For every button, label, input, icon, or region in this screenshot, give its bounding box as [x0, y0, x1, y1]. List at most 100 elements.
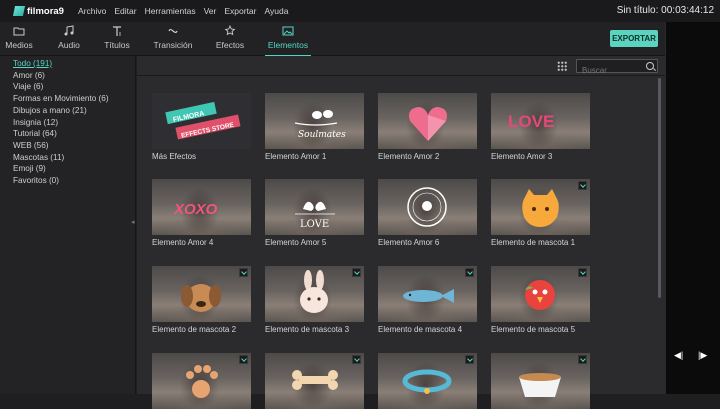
dog-icon	[181, 284, 221, 312]
image-icon	[282, 26, 294, 36]
category-todo[interactable]: Todo (191)	[0, 58, 135, 70]
filmora-logo-icon	[12, 6, 26, 16]
category-emoji[interactable]: Emoji (9)	[0, 163, 135, 175]
category-tutorial[interactable]: Tutorial (64)	[0, 128, 135, 140]
category-sidebar: Todo (191) Amor (6) Viaje (6) Formas en …	[0, 56, 136, 394]
grid-view-icon[interactable]	[557, 61, 567, 71]
bone-icon	[292, 370, 338, 390]
element-thumbnail: XOXO	[152, 179, 251, 235]
menu-exportar[interactable]: Exportar	[224, 6, 256, 16]
tile-label: Elemento de mascota 1	[491, 238, 576, 247]
tab-efectos[interactable]: Efectos	[203, 25, 257, 50]
element-thumbnail	[378, 353, 477, 409]
tab-audio[interactable]: Audio	[42, 25, 96, 50]
element-tile[interactable]: Elemento de mascota 5	[491, 266, 590, 334]
tab-label: Medios	[5, 40, 33, 50]
category-viaje[interactable]: Viaje (6)	[0, 81, 135, 93]
transition-icon	[168, 29, 178, 33]
element-tile[interactable]: Elemento Amor 2	[378, 93, 477, 161]
search-icon[interactable]	[646, 62, 654, 70]
paw-icon	[186, 365, 218, 398]
search-input[interactable]	[577, 64, 643, 77]
step-back-icon[interactable]: ◀|	[674, 350, 683, 361]
element-thumbnail	[152, 353, 251, 409]
preview-panel: ◀| |▶	[665, 22, 720, 394]
download-icon[interactable]	[578, 181, 587, 190]
menu-herramientas[interactable]: Herramientas	[145, 6, 196, 16]
tab-label: Efectos	[215, 40, 245, 50]
elements-library: FILMORA EFFECTS STORE Más Efectos Soulma…	[137, 56, 665, 409]
project-timecode: 00:03:44:12	[661, 5, 714, 16]
tab-titulos[interactable]: Títulos	[90, 25, 144, 50]
category-dibujos[interactable]: Dibujos a mano (21)	[0, 105, 135, 117]
download-icon[interactable]	[578, 268, 587, 277]
tab-label: Transición	[153, 40, 193, 50]
library-scrollbar[interactable]	[658, 78, 661, 298]
menu-ayuda[interactable]: Ayuda	[264, 6, 288, 16]
category-web[interactable]: WEB (56)	[0, 140, 135, 152]
element-tile[interactable]: Elemento Amor 6	[378, 179, 477, 247]
download-icon[interactable]	[465, 355, 474, 364]
download-icon[interactable]	[465, 268, 474, 277]
element-tile[interactable]: Elemento de mascota 4	[378, 266, 477, 334]
menu-bar: filmora9 Archivo Editar Herramientas Ver…	[0, 0, 720, 22]
element-thumbnail: LOVE	[491, 93, 590, 149]
collapse-sidebar-icon[interactable]: ◂	[131, 218, 135, 226]
project-title: Sin título: 00:03:44:12	[617, 5, 714, 16]
fish-icon	[403, 289, 454, 303]
element-thumbnail: Soulmates	[265, 93, 364, 149]
element-thumbnail	[378, 179, 477, 235]
element-tile[interactable]: XOXO Elemento Amor 4	[152, 179, 251, 247]
pet-bowl-icon	[519, 373, 561, 397]
element-tile[interactable]	[152, 353, 251, 409]
category-formas[interactable]: Formas en Movimiento (6)	[0, 93, 135, 105]
element-thumbnail: LOVE	[265, 179, 364, 235]
element-tile[interactable]: Soulmates Elemento Amor 1	[265, 93, 364, 161]
project-name: Sin título:	[616, 5, 659, 16]
element-tile[interactable]	[491, 353, 590, 409]
element-tile[interactable]: Elemento de mascota 2	[152, 266, 251, 334]
thumb-text: Soulmates	[298, 130, 346, 140]
category-amor[interactable]: Amor (6)	[0, 70, 135, 82]
heart-icon	[409, 107, 447, 141]
menu-ver[interactable]: Ver	[204, 6, 217, 16]
category-favoritos[interactable]: Favoritos (0)	[0, 175, 135, 187]
element-tile[interactable]	[265, 353, 364, 409]
tile-label: Elemento de mascota 5	[491, 325, 576, 334]
category-mascotas[interactable]: Mascotas (11)	[0, 152, 135, 164]
tab-transicion[interactable]: Transición	[146, 25, 200, 50]
element-tile[interactable]	[378, 353, 477, 409]
tile-label: Más Efectos	[152, 152, 197, 161]
element-thumbnail	[491, 179, 590, 235]
element-tile[interactable]: Elemento de mascota 1	[491, 179, 590, 247]
element-thumbnail	[265, 266, 364, 322]
element-tile[interactable]: Elemento de mascota 3	[265, 266, 364, 334]
category-insignia[interactable]: Insignia (12)	[0, 117, 135, 129]
step-forward-icon[interactable]: |▶	[698, 350, 707, 361]
download-icon[interactable]	[578, 355, 587, 364]
export-button[interactable]: EXPORTAR	[610, 30, 658, 47]
swans-icon: LOVE	[295, 201, 335, 230]
collar-icon	[402, 369, 452, 394]
element-thumbnail: FILMORA EFFECTS STORE	[152, 93, 251, 149]
tile-label: Elemento Amor 3	[491, 152, 553, 161]
search-box[interactable]	[576, 59, 658, 77]
effects-icon	[224, 25, 236, 36]
element-tile[interactable]: FILMORA EFFECTS STORE Más Efectos	[152, 93, 251, 161]
text-icon	[113, 26, 121, 36]
element-thumbnail	[152, 266, 251, 322]
download-icon[interactable]	[239, 268, 248, 277]
element-tile[interactable]: LOVE Elemento Amor 3	[491, 93, 590, 161]
library-tabs: Medios Audio Títulos Transición Efectos …	[0, 22, 665, 57]
thumb-text: LOVE	[300, 219, 329, 230]
element-tile[interactable]: LOVE Elemento Amor 5	[265, 179, 364, 247]
menu-archivo[interactable]: Archivo	[78, 6, 106, 16]
download-icon[interactable]	[352, 355, 361, 364]
tab-medios[interactable]: Medios	[0, 25, 46, 50]
tab-elementos[interactable]: Elementos	[261, 25, 315, 57]
download-icon[interactable]	[352, 268, 361, 277]
download-icon[interactable]	[239, 355, 248, 364]
element-thumbnail	[378, 93, 477, 149]
menu-editar[interactable]: Editar	[114, 6, 136, 16]
thumb-text: LOVE	[508, 112, 554, 131]
